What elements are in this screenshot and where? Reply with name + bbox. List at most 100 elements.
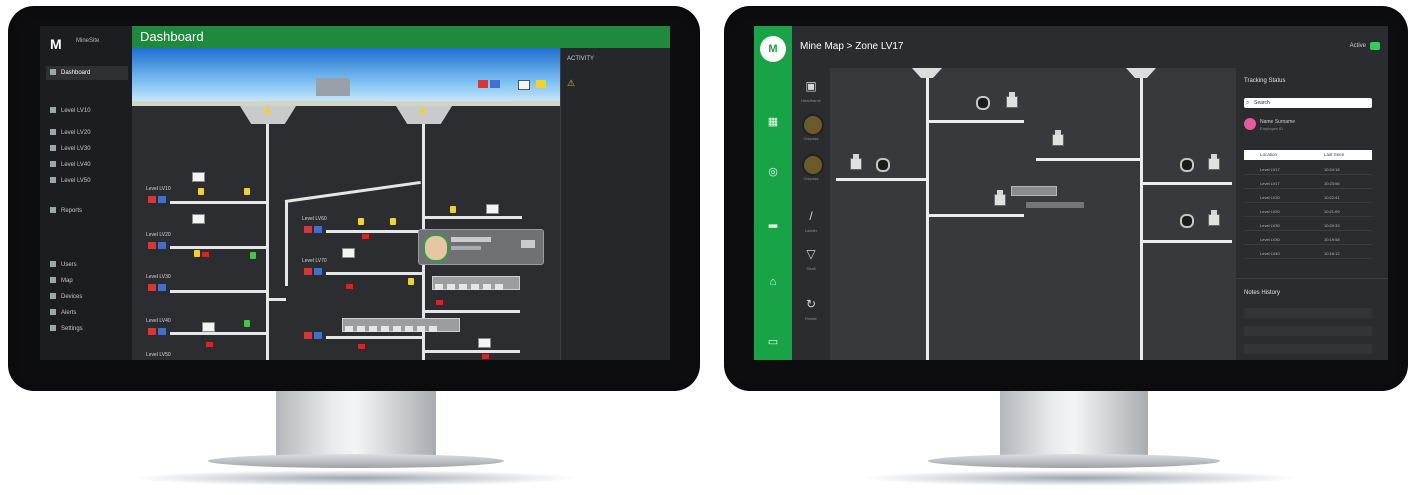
sidebar-item-devices[interactable]: Devices <box>46 290 128 304</box>
alarm-indicator[interactable] <box>304 332 312 339</box>
equipment-icon[interactable] <box>478 338 491 348</box>
sidebar-item-alerts[interactable]: Alerts <box>46 306 128 320</box>
sidebar-item-level[interactable]: Level LV40 <box>46 158 128 172</box>
alarm-dot[interactable] <box>206 342 213 347</box>
logo-icon[interactable]: M <box>760 36 786 62</box>
sidebar-item-level[interactable]: Level LV10 <box>46 104 128 118</box>
sidebar-item-users[interactable]: Users <box>46 258 128 272</box>
lamp-icon[interactable] <box>198 188 204 195</box>
tag-icon[interactable]: ◎ <box>766 166 780 178</box>
status-indicator[interactable] <box>314 226 322 233</box>
sidebar-item-reports[interactable]: Reports <box>46 204 128 218</box>
alarm-indicator[interactable] <box>478 80 488 88</box>
mine-map-canvas[interactable] <box>830 68 1236 360</box>
search-input[interactable]: ⌕ Search <box>1244 98 1372 108</box>
table-row[interactable]: Level LV30 10:19:58 <box>1244 234 1372 245</box>
equipment-icon[interactable] <box>1052 130 1064 146</box>
sidebar-item-map[interactable]: Map <box>46 274 128 288</box>
orepass-icon[interactable] <box>1180 158 1194 172</box>
status-indicator[interactable] <box>314 332 322 339</box>
train-icon[interactable] <box>342 318 460 332</box>
status-indicator[interactable] <box>158 242 166 249</box>
equipment-icon[interactable] <box>192 214 205 224</box>
status-indicator[interactable] <box>490 80 500 88</box>
table-row[interactable]: Level LV17 10:24:18 <box>1244 164 1372 175</box>
lamp-icon[interactable] <box>408 278 414 285</box>
orepass-icon[interactable] <box>976 96 990 110</box>
sidebar-item-level[interactable]: Level LV30 <box>46 142 128 156</box>
orepass-tool-icon[interactable] <box>802 114 824 136</box>
alarm-dot[interactable] <box>362 234 369 239</box>
truck-icon[interactable]: ▂ <box>766 216 780 228</box>
equipment-icon[interactable] <box>1006 92 1018 108</box>
headframe-icon[interactable] <box>912 68 942 78</box>
alarm-dot[interactable] <box>358 344 365 349</box>
worker-popup[interactable] <box>418 229 544 265</box>
rotate-icon[interactable]: ↻ <box>800 294 822 314</box>
lamp-icon[interactable] <box>358 218 364 225</box>
home-icon <box>50 69 56 76</box>
status-indicator[interactable] <box>314 268 322 275</box>
person-icon[interactable]: ⌂ <box>766 276 780 288</box>
lamp-icon[interactable] <box>390 218 396 225</box>
lamp-icon[interactable] <box>244 320 250 327</box>
headframe-tool-icon[interactable]: ▣ <box>800 76 822 96</box>
headframe-icon[interactable] <box>1126 68 1156 78</box>
section-title: Notes History <box>1244 290 1281 296</box>
alarm-indicator[interactable] <box>148 284 156 291</box>
lamp-icon[interactable] <box>250 252 256 259</box>
table-row[interactable]: Level LV40 10:18:12 <box>1244 248 1372 259</box>
alarm-dot[interactable] <box>346 284 353 289</box>
status-indicator[interactable] <box>158 196 166 203</box>
alarm-indicator[interactable] <box>148 328 156 335</box>
equipment-icon[interactable] <box>994 190 1006 206</box>
orepass-tool-icon[interactable] <box>802 154 824 176</box>
folder-icon[interactable]: ▭ <box>766 336 780 348</box>
equipment-icon[interactable] <box>1208 210 1220 226</box>
status-indicator[interactable] <box>158 328 166 335</box>
equipment-icon[interactable] <box>202 322 215 332</box>
alarm-indicator[interactable] <box>304 226 312 233</box>
status-indicator[interactable] <box>158 284 166 291</box>
sidebar-item-level[interactable]: Level LV50 <box>46 174 128 188</box>
lamp-icon[interactable] <box>194 250 200 257</box>
train-icon[interactable] <box>432 276 520 290</box>
lamp-icon[interactable] <box>450 206 456 213</box>
alarm-dot[interactable] <box>482 354 489 359</box>
orepass-icon[interactable] <box>876 158 890 172</box>
warning-icon[interactable]: ⚠ <box>567 78 575 89</box>
table-row[interactable]: Level LV20 10:22:41 <box>1244 192 1372 203</box>
lamp-icon[interactable] <box>244 188 250 195</box>
equipment-icon[interactable] <box>342 248 355 258</box>
alarm-indicator[interactable] <box>148 242 156 249</box>
active-toggle[interactable] <box>1370 42 1380 50</box>
alarm-dot[interactable] <box>202 252 209 257</box>
orepass-icon[interactable] <box>1180 214 1194 228</box>
equipment-icon[interactable] <box>486 204 499 214</box>
sidebar-item-label: Alerts <box>61 310 77 316</box>
avatar[interactable] <box>1244 118 1256 130</box>
alarm-indicator[interactable] <box>304 268 312 275</box>
ladder-tool-icon[interactable]: / <box>800 206 822 226</box>
note-item[interactable] <box>1244 344 1372 354</box>
equipment-icon[interactable] <box>1208 154 1220 170</box>
info-indicator[interactable] <box>518 80 530 90</box>
table-row[interactable]: Level LV30 10:20:33 <box>1244 220 1372 231</box>
lamp-indicator[interactable] <box>536 80 546 88</box>
table-row[interactable]: Level LV17 10:23:56 <box>1244 178 1372 189</box>
alarm-indicator[interactable] <box>148 196 156 203</box>
breadcrumb[interactable]: Mine Map > Zone LV17 <box>800 41 904 52</box>
map-icon[interactable]: ▦ <box>766 116 780 128</box>
alarm-dot[interactable] <box>436 300 443 305</box>
sidebar-item-dashboard[interactable]: Dashboard <box>46 66 128 80</box>
equipment-icon[interactable] <box>850 154 862 170</box>
sidebar-item-level[interactable]: Level LV20 <box>46 126 128 140</box>
shaft-tool-icon[interactable]: ▽ <box>800 244 822 264</box>
note-item[interactable] <box>1244 326 1372 336</box>
sidebar-item-settings[interactable]: Settings <box>46 322 128 336</box>
equipment-icon[interactable] <box>192 172 205 182</box>
note-item[interactable] <box>1244 308 1372 318</box>
map-label[interactable] <box>1011 186 1057 196</box>
table-row[interactable]: Level LV20 10:21:09 <box>1244 206 1372 217</box>
person-name: Name Surname <box>1260 119 1296 125</box>
